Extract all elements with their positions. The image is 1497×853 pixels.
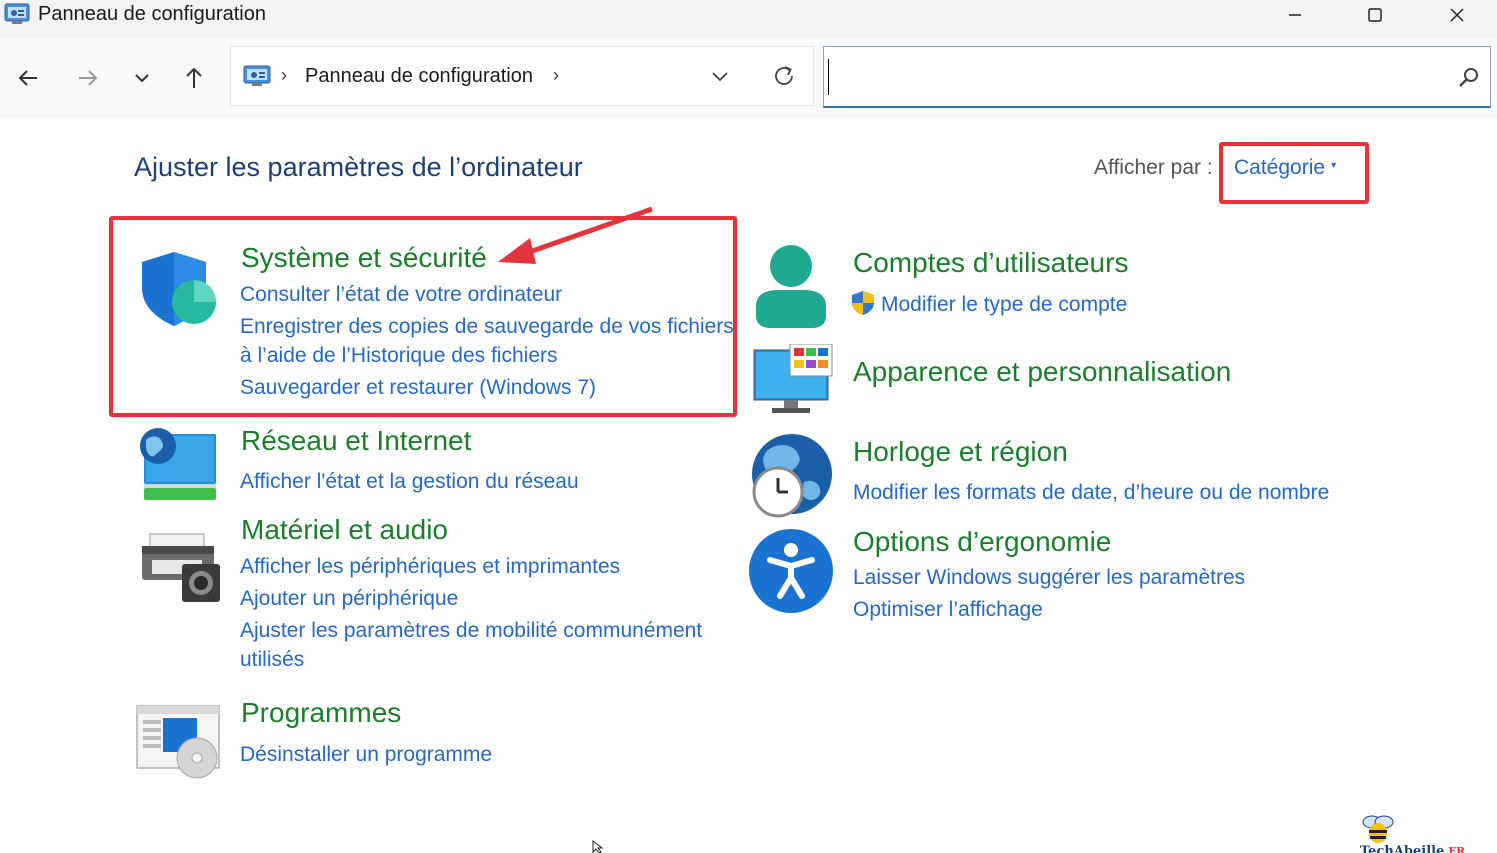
- view-by-label: Afficher par :: [1094, 156, 1213, 179]
- printer-icon: [142, 533, 220, 602]
- category-title-system-security[interactable]: Système et sécurité: [241, 242, 487, 274]
- link-add-device[interactable]: Ajouter un périphérique: [240, 584, 458, 613]
- programs-icon: [136, 705, 220, 779]
- address-bar[interactable]: › Panneau de configuration ›: [230, 46, 814, 106]
- link-windows-suggest-settings[interactable]: Laisser Windows suggérer les paramètres: [853, 563, 1245, 592]
- watermark-name: TechAbeille: [1360, 844, 1445, 853]
- close-icon: [1450, 8, 1464, 22]
- window-title: Panneau de configuration: [38, 3, 266, 25]
- category-title-programs[interactable]: Programmes: [241, 697, 401, 729]
- breadcrumb-control-panel[interactable]: Panneau de configuration: [305, 65, 533, 88]
- maximize-icon: [1368, 8, 1382, 22]
- link-network-status[interactable]: Afficher l'état et la gestion du réseau: [240, 467, 579, 496]
- link-uninstall-program[interactable]: Désinstaller un programme: [240, 740, 492, 769]
- watermark: TechAbeille.FR: [1360, 814, 1497, 853]
- category-title-hardware-sound[interactable]: Matériel et audio: [241, 514, 448, 546]
- arrow-up-icon: [186, 67, 202, 88]
- annotation-arrow: [498, 206, 653, 264]
- category-title-appearance[interactable]: Apparence et personnalisation: [853, 356, 1231, 388]
- minimize-icon: [1289, 14, 1301, 16]
- uac-shield-icon: [852, 291, 874, 315]
- arrow-left-icon: [18, 70, 37, 86]
- close-button[interactable]: [1422, 0, 1492, 30]
- category-title-ease-of-access[interactable]: Options d’ergonomie: [853, 526, 1111, 558]
- link-mobility-settings-line2[interactable]: utilisés: [240, 645, 304, 674]
- link-date-time-formats[interactable]: Modifier les formats de date, d’heure ou…: [853, 478, 1329, 507]
- control-panel-icon: [4, 3, 30, 24]
- chevron-right-icon[interactable]: ›: [553, 65, 559, 86]
- chevron-down-icon[interactable]: [709, 65, 731, 87]
- accessibility-icon: [749, 529, 833, 613]
- control-panel-icon: [243, 65, 271, 86]
- page-title: Ajuster les paramètres de l’ordinateur: [134, 152, 583, 182]
- link-file-history-backup-line2[interactable]: à l’aide de l’Historique des fichiers: [240, 341, 558, 370]
- navigation-bar: › Panneau de configuration ›: [0, 38, 1497, 118]
- chevron-right-icon: ›: [281, 65, 287, 85]
- link-optimize-display[interactable]: Optimiser l’affichage: [853, 595, 1043, 624]
- link-change-account-type[interactable]: Modifier le type de compte: [881, 290, 1127, 319]
- minimize-button[interactable]: [1260, 0, 1330, 30]
- search-icon[interactable]: [1458, 67, 1480, 89]
- link-view-computer-status[interactable]: Consulter l’état de votre ordinateur: [240, 280, 562, 309]
- forward-button[interactable]: [70, 60, 106, 96]
- annotation-highlight-view-by: [1219, 142, 1369, 204]
- category-title-user-accounts[interactable]: Comptes d’utilisateurs: [853, 247, 1128, 279]
- link-backup-restore[interactable]: Sauvegarder et restaurer (Windows 7): [240, 373, 596, 402]
- search-box[interactable]: [823, 46, 1491, 108]
- watermark-suffix: .FR: [1444, 845, 1466, 853]
- link-devices-printers[interactable]: Afficher les périphériques et imprimante…: [240, 552, 620, 581]
- recent-locations-button[interactable]: [124, 60, 160, 96]
- link-file-history-backup[interactable]: Enregistrer des copies de sauvegarde de …: [240, 312, 734, 341]
- search-input[interactable]: [830, 53, 1440, 101]
- arrow-right-icon: [79, 70, 98, 86]
- category-title-network-internet[interactable]: Réseau et Internet: [241, 425, 471, 457]
- network-globe-icon: [140, 428, 216, 500]
- back-button[interactable]: [10, 60, 46, 96]
- refresh-icon[interactable]: [771, 63, 797, 89]
- shield-icon: [142, 252, 216, 326]
- user-icon: [756, 245, 826, 328]
- maximize-button[interactable]: [1340, 0, 1410, 30]
- category-title-clock-region[interactable]: Horloge et région: [853, 436, 1068, 468]
- title-bar: Panneau de configuration: [0, 0, 1497, 38]
- text-caret: [828, 59, 829, 95]
- up-button[interactable]: [176, 60, 212, 96]
- bee-logo-icon: [1362, 815, 1394, 843]
- mouse-cursor-icon: [592, 840, 604, 853]
- link-mobility-settings[interactable]: Ajuster les paramètres de mobilité commu…: [240, 616, 702, 645]
- chevron-down-icon: [135, 74, 149, 83]
- appearance-monitor-icon: [753, 344, 833, 413]
- clock-globe-icon: [752, 434, 832, 518]
